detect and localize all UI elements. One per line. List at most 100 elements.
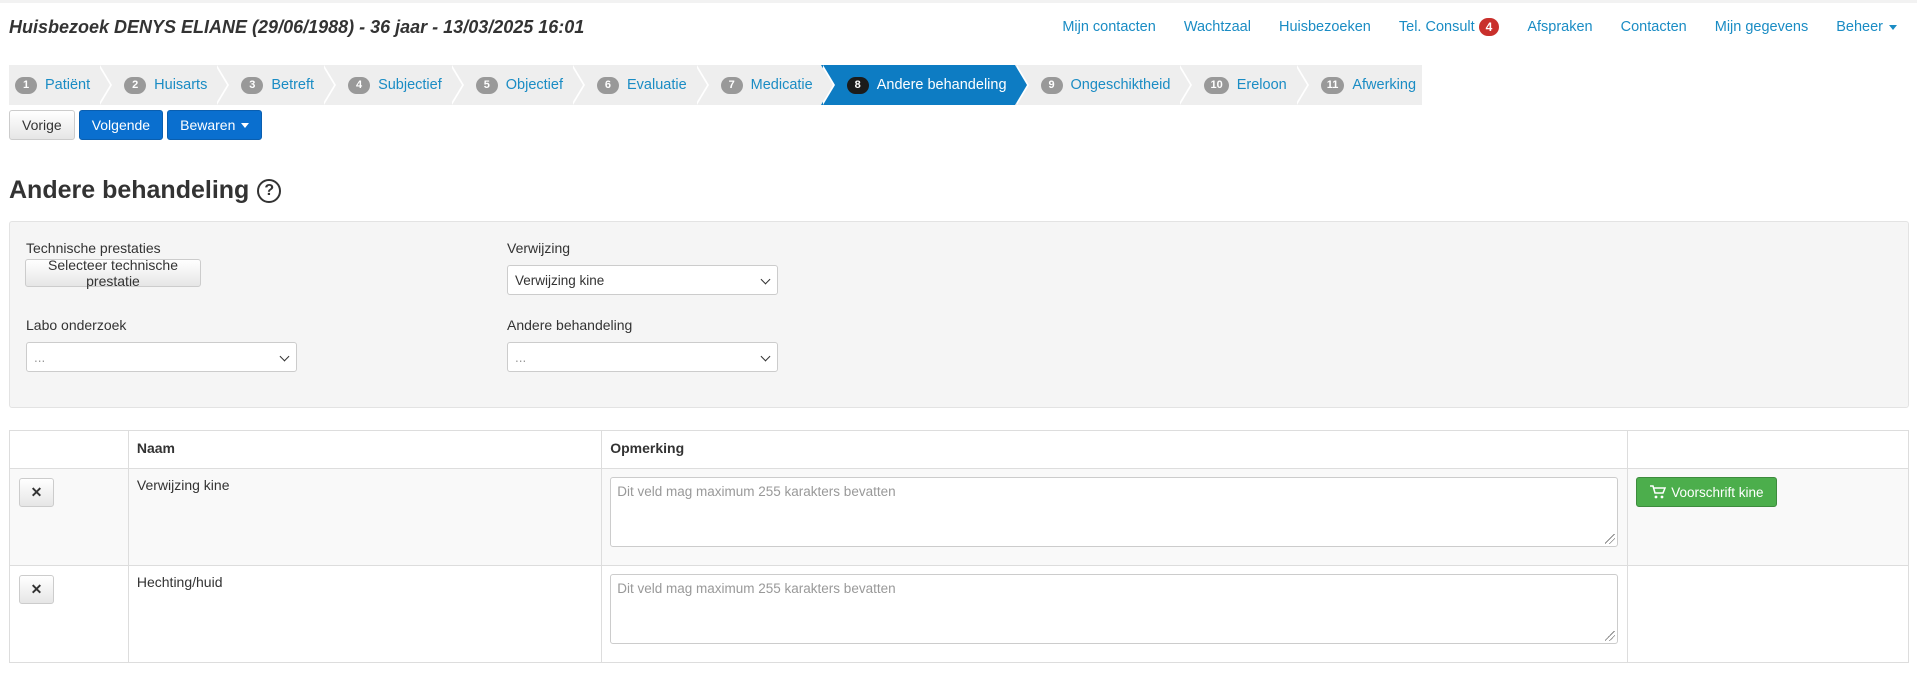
lab-exam-select-value: ... [34, 349, 46, 365]
step-label: Betreft [271, 77, 315, 93]
step-afwerking[interactable]: 11 Afwerking [1294, 65, 1423, 105]
step-label: Medicatie [750, 77, 813, 93]
step-patient[interactable]: 1 Patiënt [9, 65, 113, 105]
step-subjectief[interactable]: 4 Subjectief [322, 65, 464, 105]
remark-placeholder: Dit veld mag maximum 255 karakters bevat… [617, 484, 896, 499]
chevron-down-icon [279, 351, 290, 362]
column-header-actions [9, 430, 129, 469]
tel-consult-count-badge: 4 [1478, 18, 1500, 36]
nav-label: Tel. Consult [1398, 19, 1475, 35]
step-objectief[interactable]: 5 Objectief [449, 65, 586, 105]
step-medicatie[interactable]: 7 Medicatie [694, 65, 835, 105]
table-header-row: Naam Opmerking [9, 430, 1909, 469]
nav-label: Beheer [1836, 19, 1883, 35]
step-evaluatie[interactable]: 6 Evaluatie [570, 65, 709, 105]
other-treatment-label: Andere behandeling [507, 317, 633, 333]
resize-grip-icon[interactable] [1605, 631, 1616, 641]
nav-label: Huisbezoeken [1278, 19, 1371, 35]
name-cell: Verwijzing kine [127, 468, 603, 566]
previous-button[interactable]: Vorige [9, 110, 75, 140]
chevron-down-icon [760, 274, 771, 285]
column-header-opmerking: Opmerking [601, 430, 1629, 469]
section-heading: Andere behandeling ? [9, 176, 282, 205]
remove-row-button[interactable]: ✕ [19, 478, 54, 507]
remove-cell: ✕ [9, 468, 129, 566]
nav-tel-consult[interactable]: Tel. Consult 4 [1398, 18, 1500, 36]
caret-down-icon [241, 122, 250, 128]
cart-icon [1650, 485, 1667, 499]
nav-label: Mijn contacten [1062, 19, 1156, 35]
nav-contacten[interactable]: Contacten [1621, 19, 1687, 35]
step-number: 2 [124, 76, 147, 94]
remark-textarea[interactable]: Dit veld mag maximum 255 karakters bevat… [610, 574, 1619, 644]
step-label: Subjectief [378, 77, 442, 93]
step-label: Andere behandeling [876, 77, 1007, 93]
caret-down-icon [1889, 24, 1897, 30]
step-number: 11 [1320, 76, 1345, 94]
step-ongeschiktheid[interactable]: 9 Ongeschiktheid [1014, 65, 1193, 105]
other-treatment-select[interactable]: ... [507, 342, 778, 372]
nav-label: Contacten [1620, 19, 1687, 35]
nav-label: Mijn gegevens [1714, 19, 1809, 35]
remark-textarea[interactable]: Dit veld mag maximum 255 karakters bevat… [610, 477, 1619, 547]
nav-huisbezoeken[interactable]: Huisbezoeken [1279, 19, 1371, 35]
select-technical-service-button[interactable]: Selecteer technische prestatie [25, 257, 201, 289]
voorschrift-kine-label: Voorschrift kine [1671, 484, 1764, 500]
remark-cell: Dit veld mag maximum 255 karakters bevat… [601, 468, 1629, 566]
step-label: Huisarts [154, 77, 208, 93]
save-dropdown-button[interactable]: Bewaren [167, 110, 263, 140]
step-label: Afwerking [1352, 77, 1417, 93]
next-button[interactable]: Volgende [78, 110, 164, 140]
voorschrift-kine-button[interactable]: Voorschrift kine [1636, 477, 1777, 507]
nav-label: Wachtzaal [1183, 19, 1251, 35]
action-cell: Voorschrift kine [1627, 468, 1909, 566]
step-andere-behandeling[interactable]: 8 Andere behandeling [820, 65, 1029, 105]
step-ereloon[interactable]: 10 Ereloon [1178, 65, 1309, 105]
step-number: 3 [241, 76, 264, 94]
treatment-form-panel: Technische prestaties Selecteer technisc… [9, 221, 1909, 408]
step-number: 9 [1040, 76, 1063, 94]
nav-label: Afspraken [1527, 19, 1593, 35]
referral-select[interactable]: Verwijzing kine [507, 265, 778, 295]
nav-mijn-contacten[interactable]: Mijn contacten [1062, 19, 1156, 35]
chevron-down-icon [760, 351, 771, 362]
step-label: Objectief [505, 77, 563, 93]
name-cell: Hechting/huid [127, 565, 603, 663]
step-label: Evaluatie [626, 77, 687, 93]
step-number: 7 [720, 76, 743, 94]
remove-cell: ✕ [9, 565, 129, 663]
step-number: 1 [15, 76, 37, 94]
step-label: Ereloon [1236, 77, 1287, 93]
nav-wachtzaal[interactable]: Wachtzaal [1184, 19, 1251, 35]
nav-afspraken[interactable]: Afspraken [1527, 19, 1592, 35]
treatments-table: Naam Opmerking ✕ Verwijzing kine Dit vel… [9, 430, 1909, 663]
wizard-actions: Vorige Volgende Bewaren [9, 110, 266, 140]
save-label: Bewaren [180, 117, 236, 133]
resize-grip-icon[interactable] [1605, 534, 1616, 544]
table-row: ✕ Verwijzing kine Dit veld mag maximum 2… [9, 468, 1909, 566]
help-icon[interactable]: ? [257, 178, 282, 203]
remove-row-button[interactable]: ✕ [19, 575, 54, 604]
nav-mijn-gegevens[interactable]: Mijn gegevens [1715, 19, 1809, 35]
page-heading: Huisbezoek DENYS ELIANE (29/06/1988) - 3… [9, 17, 585, 37]
step-huisarts[interactable]: 2 Huisarts [98, 65, 230, 105]
step-label: Ongeschiktheid [1070, 77, 1171, 93]
step-label: Patiënt [45, 77, 91, 93]
step-number: 4 [348, 76, 371, 94]
top-navigation: Mijn contacten Wachtzaal Huisbezoeken Te… [1034, 18, 1897, 36]
table-row: ✕ Hechting/huid Dit veld mag maximum 255… [9, 565, 1909, 663]
lab-exam-select[interactable]: ... [26, 342, 297, 372]
remark-placeholder: Dit veld mag maximum 255 karakters bevat… [617, 581, 896, 596]
action-cell [1627, 565, 1909, 663]
step-number: 8 [846, 76, 869, 94]
nav-beheer-dropdown[interactable]: Beheer [1836, 19, 1897, 35]
other-treatment-select-value: ... [515, 349, 527, 365]
step-number: 10 [1204, 76, 1229, 94]
section-title: Andere behandeling [9, 176, 250, 204]
remark-cell: Dit veld mag maximum 255 karakters bevat… [601, 565, 1629, 663]
step-betreft[interactable]: 3 Betreft [215, 65, 336, 105]
step-number: 5 [475, 76, 498, 94]
referral-select-value: Verwijzing kine [515, 272, 605, 288]
column-header-naam: Naam [127, 430, 603, 469]
wizard-steps: 1 Patiënt 2 Huisarts 3 Betreft 4 Subjectief … [9, 65, 1423, 105]
